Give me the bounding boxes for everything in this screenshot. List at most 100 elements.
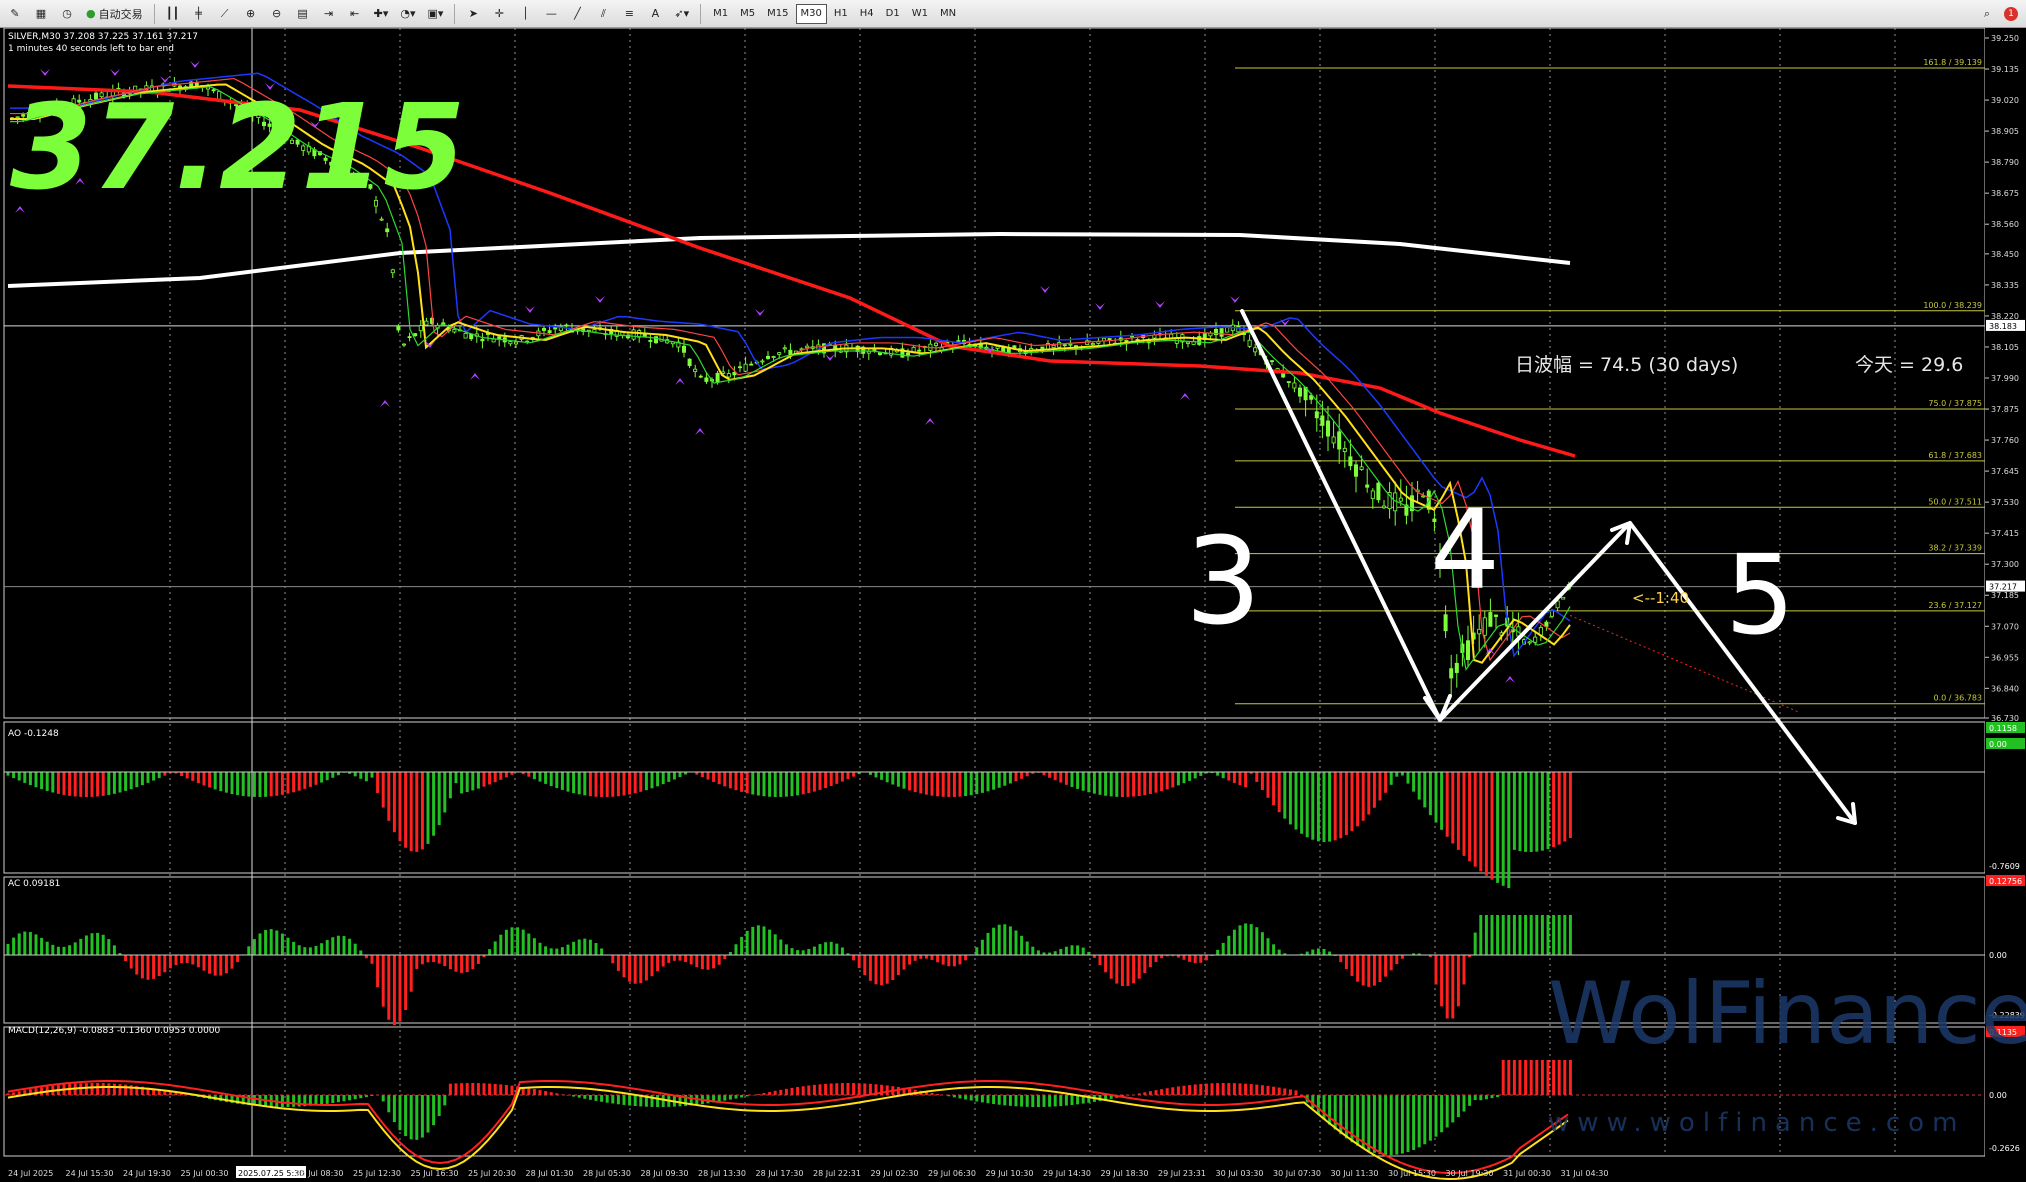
- price-scale-label: 38.560: [1991, 220, 2019, 229]
- horizontal-line-icon[interactable]: —: [540, 3, 562, 25]
- period-h4[interactable]: H4: [855, 4, 879, 24]
- period-h1[interactable]: H1: [829, 4, 853, 24]
- price-scale-label: 38.675: [1991, 189, 2019, 198]
- candle-body: [1186, 341, 1191, 344]
- candle-body: [704, 377, 709, 382]
- history-icon[interactable]: ◷: [56, 3, 78, 25]
- price-scale-label: 38.790: [1991, 158, 2019, 167]
- panel-scale-label: -0.7609: [1989, 862, 2020, 871]
- candle-body: [1443, 614, 1448, 632]
- candle-body: [564, 324, 569, 327]
- price-scale-label: 37.990: [1991, 374, 2019, 383]
- chart-window-icon[interactable]: ▦: [30, 3, 52, 25]
- fractal-arrow: [675, 378, 685, 385]
- time-label: 29 Jul 23:31: [1158, 1169, 1206, 1178]
- panel-scale-label: 0.1158: [1989, 724, 2017, 733]
- period-mn[interactable]: MN: [935, 4, 961, 24]
- candle-body: [1398, 497, 1403, 502]
- price-scale-label: 38.335: [1991, 281, 2019, 290]
- fibonacci-icon[interactable]: ≡: [618, 3, 640, 25]
- line-chart-icon[interactable]: ⟋: [214, 3, 236, 25]
- period-m1[interactable]: M1: [708, 4, 733, 24]
- wave-annotations[interactable]: 3 4 5: [1185, 309, 1857, 825]
- price-scale-label: 36.955: [1991, 653, 2019, 662]
- period-w1[interactable]: W1: [907, 4, 933, 24]
- fractal-arrow: [1040, 286, 1050, 293]
- watermark-url: www.wolfinance.com: [1548, 1108, 1965, 1138]
- zoom-out-icon[interactable]: ⊖: [266, 3, 288, 25]
- candle-body: [1354, 464, 1359, 477]
- time-label: 24 Jul 2025: [8, 1169, 53, 1178]
- time-label: 24 Jul 19:30: [123, 1169, 171, 1178]
- auto-scroll-icon[interactable]: ⇥: [318, 3, 340, 25]
- crosshair-icon[interactable]: ✛: [488, 3, 510, 25]
- wave-label-4: 4: [1430, 486, 1500, 614]
- tile-windows-icon[interactable]: ▤: [292, 3, 314, 25]
- candle-body: [424, 320, 429, 326]
- trendline-icon[interactable]: ╱: [566, 3, 588, 25]
- candle-body: [777, 352, 782, 355]
- time-label: 29 Jul 02:30: [871, 1169, 919, 1178]
- period-d1[interactable]: D1: [881, 4, 905, 24]
- candle-body: [1292, 382, 1297, 389]
- candle-body: [1376, 482, 1381, 501]
- fib-level-label: 161.8 / 39.139: [1923, 58, 1982, 67]
- candle-body: [715, 372, 720, 383]
- crosshair-price: 38.183: [1989, 322, 2017, 331]
- periods-icon[interactable]: ◔▾: [396, 3, 419, 25]
- candle-body: [514, 341, 519, 345]
- shapes-icon[interactable]: ➶▾: [670, 3, 693, 25]
- candlestick-icon[interactable]: ╪: [188, 3, 210, 25]
- time-axis: 24 Jul 2025 24 Jul 15:30 24 Jul 19:30 25 Ju…: [8, 1166, 1608, 1178]
- vertical-line-icon[interactable]: │: [514, 3, 536, 25]
- text-icon[interactable]: A: [644, 3, 666, 25]
- period-bar: M1 M5 M15 M30 H1 H4 D1 W1 MN: [708, 3, 961, 24]
- candle-body: [1370, 490, 1375, 500]
- time-label: 31 Jul 04:30: [1561, 1169, 1609, 1178]
- price-scale-label: 38.105: [1991, 343, 2019, 352]
- time-label: 28 Jul 09:30: [641, 1169, 689, 1178]
- channel-icon[interactable]: ⫽: [592, 3, 614, 25]
- candle-body: [682, 345, 687, 353]
- ac-label: AC 0.09181: [8, 879, 60, 889]
- candle-body: [766, 355, 771, 359]
- cursor-icon[interactable]: ➤: [462, 3, 484, 25]
- new-order-icon[interactable]: ✎: [4, 3, 26, 25]
- templates-icon[interactable]: ▣▾: [423, 3, 447, 25]
- candle-body: [934, 342, 939, 346]
- panel-border: [3, 721, 1986, 874]
- candle-body: [956, 340, 961, 343]
- bar-chart-icon[interactable]: ┃┃: [162, 3, 184, 25]
- price-scale-label: 39.135: [1991, 65, 2019, 74]
- chart-shift-icon[interactable]: ⇤: [344, 3, 366, 25]
- zoom-in-icon[interactable]: ⊕: [240, 3, 262, 25]
- toolbar-separator: [454, 3, 456, 24]
- time-label: 28 Jul 22:31: [813, 1169, 861, 1178]
- alert-badge[interactable]: 1: [2004, 6, 2018, 21]
- candle-body: [1057, 342, 1062, 348]
- candle-body: [1342, 447, 1347, 452]
- big-price-label: 37.215: [10, 78, 465, 216]
- period-m30[interactable]: M30: [795, 3, 827, 24]
- candle-body: [1286, 381, 1291, 383]
- candle-body: [654, 336, 659, 344]
- toolbar-separator: [700, 3, 702, 24]
- period-m15[interactable]: M15: [762, 4, 793, 24]
- candle-body: [1331, 436, 1336, 444]
- fractal-arrow: [695, 428, 705, 435]
- candle-body: [726, 373, 731, 378]
- price-scale-label: 37.185: [1991, 591, 2019, 600]
- candle-body: [698, 375, 703, 378]
- candle-body: [788, 349, 793, 356]
- indicators-icon[interactable]: ✚▾: [370, 3, 393, 25]
- time-label: 2025.07.25 5:30: [238, 1169, 304, 1178]
- candle-body: [1219, 328, 1224, 337]
- fractal-arrow: [525, 306, 535, 313]
- search-icon[interactable]: ⌕: [1976, 3, 1998, 25]
- candle-body: [1482, 617, 1487, 636]
- auto-trading-button[interactable]: ● 自动交易: [82, 3, 147, 25]
- candle-body: [1298, 387, 1303, 397]
- panel-scale-label: -0.2626: [1989, 1144, 2020, 1153]
- chart-area[interactable]: 161.8 / 39.139 100.0 / 38.239 75.0 / 37.87…: [0, 28, 2026, 1182]
- period-m5[interactable]: M5: [735, 4, 760, 24]
